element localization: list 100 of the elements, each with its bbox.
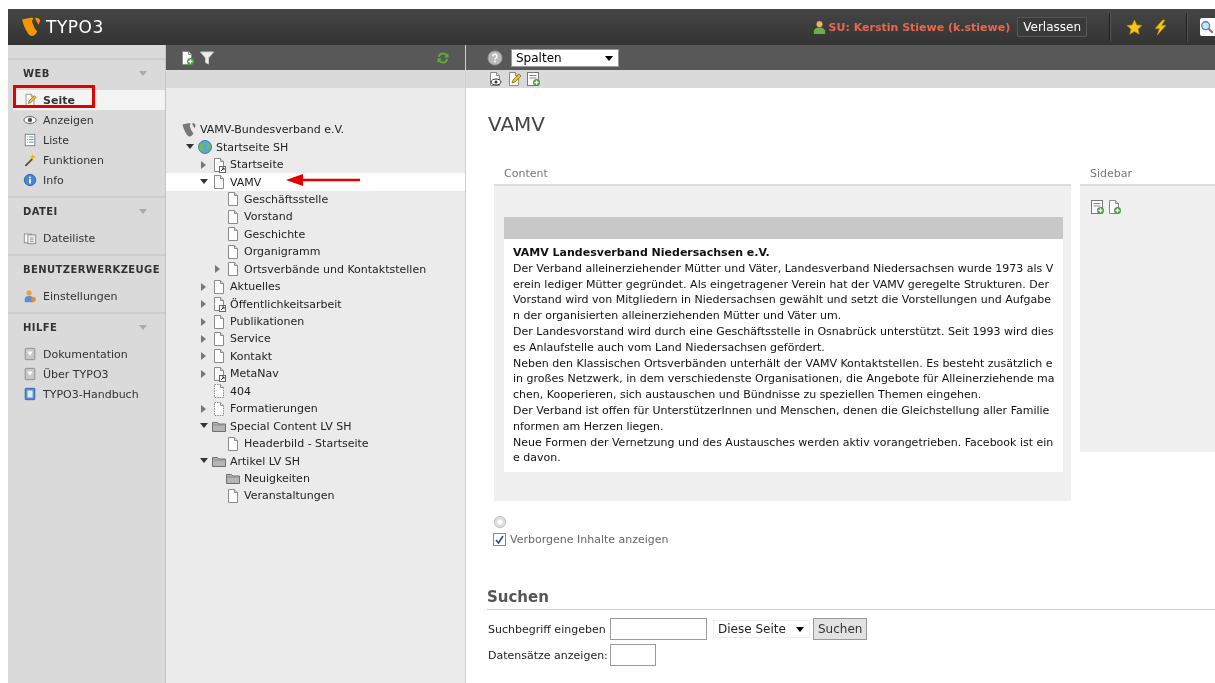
hidden-page-icon bbox=[211, 383, 227, 400]
search-icon bbox=[1200, 20, 1214, 34]
preview-icon[interactable] bbox=[487, 71, 503, 87]
tree-item[interactable]: 404 bbox=[166, 382, 465, 400]
page-icon bbox=[211, 174, 227, 191]
page-icon bbox=[225, 261, 241, 278]
document-icon bbox=[23, 367, 37, 381]
shortcut-page-icon bbox=[211, 365, 227, 382]
globe-icon bbox=[197, 139, 213, 156]
page-title: VAMV bbox=[488, 112, 547, 136]
tree-item[interactable]: Formatierungen bbox=[166, 400, 465, 418]
element-text: Der Verband ist offen für UnterstützerInnen und Menschen, denen die Gleichstellung aller Familienformen am Herzen liegen. bbox=[513, 402, 1051, 435]
menu-item[interactable]: Über TYPO3 bbox=[13, 364, 165, 384]
shortcut-page-icon bbox=[211, 296, 227, 313]
page-icon bbox=[225, 208, 241, 225]
caret-icon bbox=[795, 624, 805, 634]
tree-item[interactable]: Ortsverbände und Kontaktstellen bbox=[166, 260, 465, 278]
tree-item[interactable]: Geschichte bbox=[166, 225, 465, 244]
menu-group-title: BENUTZERWERKZEUGE bbox=[23, 263, 160, 275]
menu-item[interactable]: Dateiliste bbox=[13, 228, 165, 248]
page-icon bbox=[225, 487, 241, 504]
lightning-icon[interactable] bbox=[1152, 18, 1169, 36]
tree-item[interactable]: Kontakt bbox=[166, 347, 465, 366]
new-record-icon[interactable] bbox=[1089, 199, 1105, 215]
show-hidden-checkbox[interactable]: Verborgene Inhalte anzeigen bbox=[493, 533, 1215, 546]
exit-button[interactable]: Verlassen bbox=[1017, 17, 1087, 37]
refresh-icon[interactable] bbox=[435, 49, 451, 66]
menu-item[interactable]: Seite bbox=[13, 90, 165, 110]
user-icon bbox=[811, 19, 827, 35]
search-field[interactable] bbox=[1200, 18, 1215, 36]
checkbox[interactable] bbox=[493, 533, 506, 546]
element-text: Neben den Klassischen Ortsverbänden unterhält der VAMV Kontaktstellen. Es besteht zusätzlich ein großes Netzwerk, in dem verschiedenste Organisationen, die Angebote für Alleinerziehende machen, Kooperieren, sich austauschen und Bündnisse zu speziellen Themen eingehen. bbox=[513, 355, 1055, 403]
element-heading: VAMV Landesverband Niedersachsen e.V. bbox=[513, 245, 771, 261]
tree-item[interactable]: Aktuelles bbox=[166, 277, 465, 296]
records-field[interactable] bbox=[610, 644, 656, 666]
wand-icon bbox=[23, 153, 37, 167]
page-icon bbox=[225, 435, 241, 452]
book-icon bbox=[23, 387, 37, 401]
tree-item[interactable]: VAMV-Bundesverband e.V. bbox=[166, 121, 465, 139]
menu-item[interactable]: Dokumentation bbox=[13, 344, 165, 364]
section-title: Suchen bbox=[487, 586, 1215, 610]
tree-item[interactable]: Neuigkeiten bbox=[166, 469, 465, 488]
tree-item[interactable]: Öffentlichkeitsarbeit bbox=[166, 295, 465, 313]
menu-group-title: HILFE bbox=[23, 321, 58, 333]
user-name: SU: Kerstin Stiewe (k.stiewe) bbox=[828, 20, 1011, 34]
tree-item[interactable]: Geschäftsstelle bbox=[166, 190, 465, 209]
page-icon bbox=[211, 313, 227, 330]
list-icon bbox=[23, 133, 37, 147]
edit-icon[interactable] bbox=[506, 71, 522, 87]
tree-item[interactable]: Organigramm bbox=[166, 243, 465, 261]
menu-item[interactable]: Anzeigen bbox=[13, 110, 165, 130]
new-content-icon[interactable] bbox=[1106, 199, 1122, 215]
page-icon bbox=[225, 191, 241, 208]
menu-group-title: WEB bbox=[23, 67, 50, 79]
page-edit-icon bbox=[23, 93, 37, 107]
element-text: Neue Formen der Vernetzung und des Austausches werden aktiv vorangetrieben. Facebook ist eine davon. bbox=[513, 434, 1055, 467]
menu-item[interactable]: Info bbox=[13, 170, 165, 190]
hidden-page-icon bbox=[211, 400, 227, 417]
menu-item[interactable]: Einstellungen bbox=[13, 286, 165, 306]
element-text: Der Landesvorstand wird durch eine Geschäftsstelle in Osnabrück unterstützt. Seit 1993 wird dieses Anlaufstelle auch vom Land Niedersachsen gefördert. bbox=[513, 324, 1055, 356]
menu-item[interactable]: Liste bbox=[13, 130, 165, 150]
tree-item[interactable]: Veranstaltungen bbox=[166, 487, 465, 505]
logo-text: TYPO3 bbox=[46, 17, 104, 37]
help-icon[interactable] bbox=[487, 49, 503, 66]
tree-item[interactable]: Headerbild - Startseite bbox=[166, 434, 465, 453]
site-logo-icon bbox=[181, 121, 197, 138]
tree-item[interactable]: Artikel LV SH bbox=[166, 452, 465, 470]
field-label: Datensätze anzeigen: bbox=[488, 648, 609, 662]
star-icon[interactable] bbox=[1126, 18, 1143, 36]
search-button[interactable]: Suchen bbox=[813, 618, 868, 640]
scope-dropdown[interactable]: Diese Seite bbox=[713, 620, 810, 638]
tree-item[interactable]: Service bbox=[166, 330, 465, 348]
tree-item[interactable]: Vorstand bbox=[166, 208, 465, 226]
view-dropdown[interactable]: Spalten bbox=[511, 48, 619, 67]
page-icon bbox=[211, 278, 227, 295]
tree-item[interactable]: Publikationen bbox=[166, 312, 465, 331]
shortcut-page-icon bbox=[211, 156, 227, 173]
user-settings-icon bbox=[23, 289, 37, 303]
files-icon bbox=[23, 231, 37, 245]
element-text: Der Verband alleinerziehender Mütter und Väter, Landesverband Niedersachsen wurde 1973 als Verein lediger Mütter gegründet. Als eingetragener Verein hat der VAMV geregelte Strukturen. Der Vorstand wird von Mitgliedern in Niedersachsen gewählt und setzt die Vorstellungen und Aufgaben der organisierten alleinerziehenden Mütter und Väter um. bbox=[513, 260, 1055, 324]
info-icon bbox=[23, 173, 37, 187]
tree-item[interactable]: MetaNav bbox=[166, 365, 465, 383]
tree-item[interactable]: Special Content LV SH bbox=[166, 417, 465, 435]
filter-icon[interactable] bbox=[199, 49, 215, 66]
menu-item[interactable]: TYPO3-Handbuch bbox=[13, 384, 165, 404]
field-label: Suchbegriff eingeben bbox=[488, 622, 607, 636]
document-icon bbox=[23, 347, 37, 361]
page-icon bbox=[211, 330, 227, 347]
menu-group-title: DATEI bbox=[23, 205, 58, 217]
typo3-logo-icon bbox=[20, 16, 42, 38]
tree-item[interactable]: Startseite bbox=[166, 155, 465, 174]
page-icon bbox=[211, 348, 227, 365]
eye-icon bbox=[23, 113, 37, 127]
new-record-icon[interactable] bbox=[525, 71, 541, 87]
menu-item[interactable]: Funktionen bbox=[13, 150, 165, 170]
page-icon bbox=[225, 226, 241, 243]
new-page-icon[interactable] bbox=[179, 49, 195, 66]
tree-item[interactable]: Startseite SH bbox=[166, 138, 465, 156]
page-icon bbox=[225, 243, 241, 260]
search-term-field[interactable] bbox=[610, 618, 707, 640]
